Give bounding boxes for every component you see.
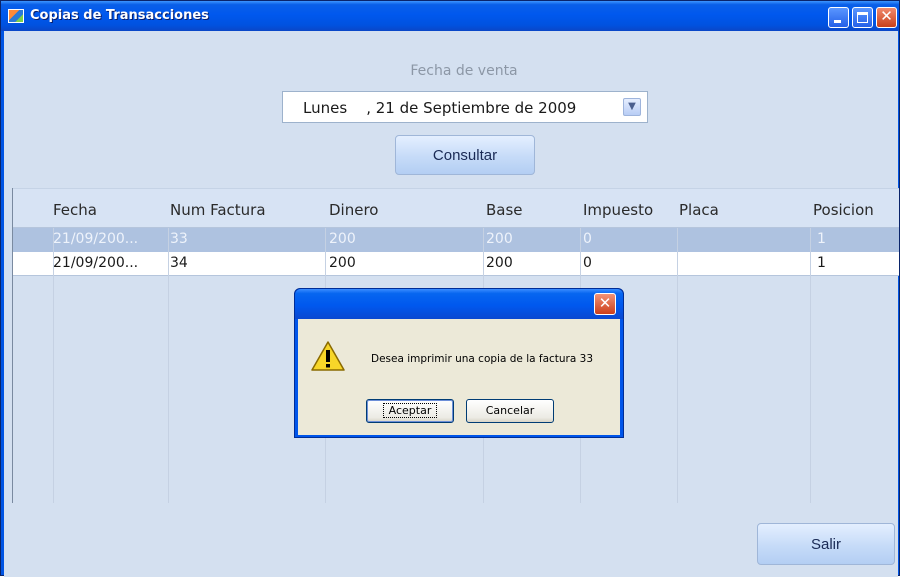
minimize-button[interactable]	[828, 7, 849, 28]
aceptar-button[interactable]: Aceptar	[366, 399, 454, 423]
cell-fecha: 21/09/200...	[53, 231, 139, 247]
dialog-title-bar[interactable]: ✕	[295, 289, 623, 319]
cell-posicion: 1	[817, 255, 826, 271]
minimize-icon	[834, 20, 841, 23]
column-header-fecha[interactable]: Fecha	[53, 201, 97, 219]
column-header-dinero[interactable]: Dinero	[329, 201, 378, 219]
cancelar-button[interactable]: Cancelar	[466, 399, 554, 423]
window-title: Copias de Transacciones	[30, 8, 209, 23]
cell-fecha: 21/09/200...	[53, 255, 139, 271]
cell-num-factura: 34	[170, 255, 188, 271]
cell-impuesto: 0	[583, 231, 592, 247]
warning-icon	[311, 341, 345, 371]
column-divider	[53, 228, 54, 503]
aceptar-label: Aceptar	[382, 403, 438, 418]
dialog-message: Desea imprimir una copia de la factura 3…	[371, 353, 594, 365]
chevron-down-icon[interactable]: ▼	[623, 98, 641, 116]
column-divider	[168, 228, 169, 503]
table-row-selected[interactable]: 21/09/200... 33 200 200 0 1	[13, 228, 899, 252]
column-header-num-factura[interactable]: Num Factura	[170, 201, 266, 219]
fecha-venta-value: Lunes , 21 de Septiembre de 2009	[303, 99, 577, 117]
grid-header: Fecha Num Factura Dinero Base Impuesto P…	[13, 188, 899, 228]
fecha-venta-label: Fecha de venta	[410, 63, 518, 79]
column-divider	[677, 228, 678, 503]
cell-num-factura: 33	[170, 231, 188, 247]
consultar-button[interactable]: Consultar	[395, 135, 535, 175]
table-row[interactable]: 21/09/200... 34 200 200 0 1	[13, 252, 899, 276]
column-divider	[810, 228, 811, 503]
cell-base: 200	[486, 231, 513, 247]
cell-posicion: 1	[817, 231, 826, 247]
close-icon: ✕	[880, 7, 893, 25]
cell-base: 200	[486, 255, 513, 271]
dialog-close-button[interactable]: ✕	[594, 293, 616, 315]
close-button[interactable]: ✕	[876, 7, 897, 28]
cell-impuesto: 0	[583, 255, 592, 271]
confirm-dialog: ✕ Desea imprimir una copia de la factura…	[294, 288, 624, 438]
dialog-body: Desea imprimir una copia de la factura 3…	[298, 319, 620, 435]
cell-dinero: 200	[329, 231, 356, 247]
column-header-posicion[interactable]: Posicion	[813, 201, 874, 219]
fecha-venta-dropdown[interactable]: Lunes , 21 de Septiembre de 2009 ▼	[282, 91, 648, 123]
app-icon	[8, 9, 24, 23]
title-bar[interactable]: Copias de Transacciones ✕	[1, 1, 899, 31]
maximize-button[interactable]	[852, 7, 873, 28]
maximize-icon	[857, 12, 868, 23]
column-header-base[interactable]: Base	[486, 201, 523, 219]
salir-button[interactable]: Salir	[757, 523, 895, 565]
cell-dinero: 200	[329, 255, 356, 271]
column-header-impuesto[interactable]: Impuesto	[583, 201, 653, 219]
column-header-placa[interactable]: Placa	[679, 201, 719, 219]
